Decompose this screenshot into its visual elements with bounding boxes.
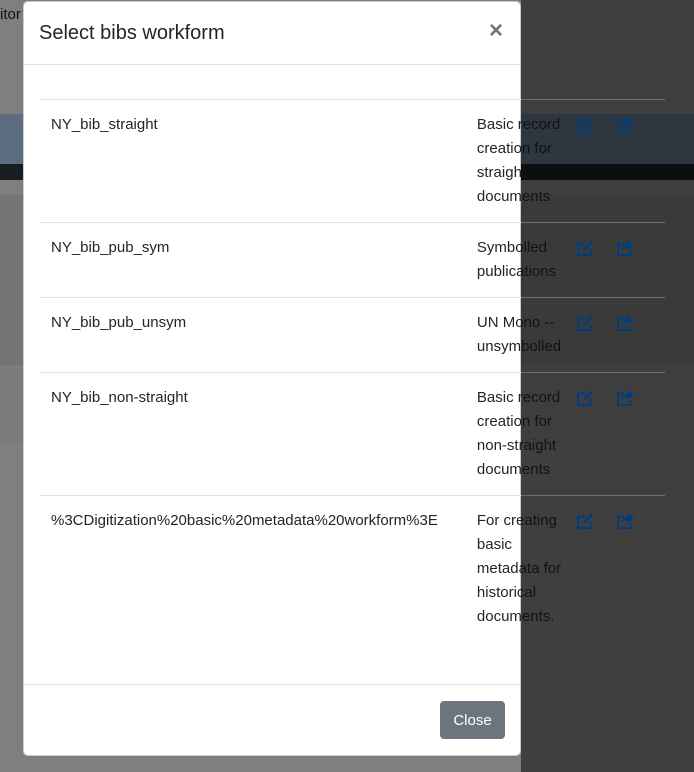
workform-row: %3CDigitization%20basic%20metadata%20wor… (39, 495, 665, 642)
edit-icon[interactable] (575, 388, 595, 408)
modal-title: Select bibs workform (39, 22, 225, 44)
workform-row: NY_bib_pub_sym Symbolled publications (39, 222, 665, 298)
workform-name: NY_bib_pub_sym (39, 222, 467, 298)
workform-description: For creating basic metadata for historic… (466, 495, 568, 642)
workform-name: NY_bib_straight (39, 99, 467, 223)
edit-icon[interactable] (575, 115, 595, 135)
close-button[interactable]: Close (440, 701, 505, 739)
workform-description: UN Mono -- unsymbolled (466, 297, 568, 373)
share-icon[interactable] (615, 115, 635, 135)
workform-table-body: NY_bib_straight Basic record creation for… (39, 99, 665, 642)
share-icon[interactable] (615, 388, 635, 408)
workform-name: NY_bib_non-straight (39, 372, 467, 496)
workform-row: NY_bib_non-straight Basic record creation… (39, 372, 665, 496)
workform-table: NY_bib_straight Basic record creation for… (39, 99, 665, 642)
workform-description: Basic record creation for non-straight d… (466, 372, 568, 496)
share-icon[interactable] (615, 238, 635, 258)
modal-footer: Close (24, 684, 520, 755)
workform-row: NY_bib_pub_unsym UN Mono -- unsymbolled (39, 297, 665, 373)
edit-icon[interactable] (575, 511, 595, 531)
share-icon[interactable] (615, 313, 635, 333)
workform-actions (567, 495, 665, 642)
workform-actions (567, 222, 665, 298)
workform-name: NY_bib_pub_unsym (39, 297, 467, 373)
workform-name: %3CDigitization%20basic%20metadata%20wor… (39, 495, 467, 642)
workform-row: NY_bib_straight Basic record creation for… (39, 99, 665, 223)
workform-actions (567, 372, 665, 496)
workform-description: Symbolled publications (466, 222, 568, 298)
edit-icon[interactable] (575, 313, 595, 333)
share-icon[interactable] (615, 511, 635, 531)
modal-header: Select bibs workform × (24, 2, 520, 65)
edit-icon[interactable] (575, 238, 595, 258)
workform-actions (567, 99, 665, 223)
workform-description: Basic record creation for straight docum… (466, 99, 568, 223)
workform-actions (567, 297, 665, 373)
close-icon[interactable]: × (489, 19, 503, 43)
